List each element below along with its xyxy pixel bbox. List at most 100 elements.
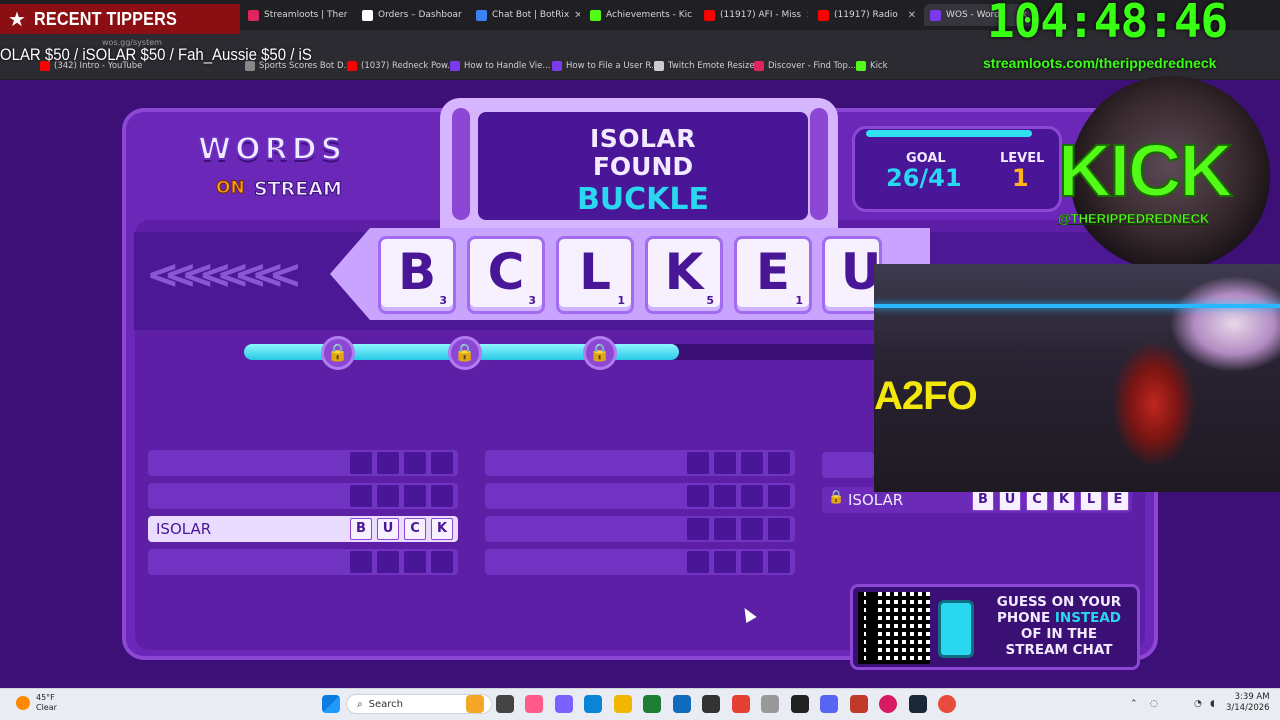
found-label: FOUND bbox=[592, 152, 694, 181]
clock-time: 3:39 AM bbox=[1234, 692, 1270, 702]
letter-slot bbox=[404, 452, 426, 474]
marquee-lights-left bbox=[452, 108, 470, 220]
letter-tile: K5 bbox=[645, 236, 723, 314]
kick-handle: @THERIPPEDREDNECK bbox=[1058, 211, 1210, 226]
qr-code[interactable] bbox=[858, 592, 930, 664]
browser-tab[interactable]: Achievements - Kic✕ bbox=[584, 4, 694, 26]
letter-slot bbox=[768, 452, 790, 474]
letter-slot bbox=[350, 551, 372, 573]
bookmark-item[interactable]: Kick bbox=[856, 61, 888, 71]
letter-slot: C bbox=[404, 518, 426, 540]
taskbar-app-icon[interactable] bbox=[495, 695, 514, 713]
chevron-up-icon[interactable]: ⌃ bbox=[1130, 699, 1138, 709]
taskbar-app-icon[interactable] bbox=[643, 695, 661, 713]
taskbar-app-icon[interactable] bbox=[908, 695, 927, 713]
letter-slot bbox=[687, 551, 709, 573]
taskbar-app-icon[interactable] bbox=[820, 695, 838, 713]
logo-on-text: ON bbox=[216, 178, 246, 199]
taskbar-app-icon[interactable] bbox=[938, 695, 956, 713]
qr-line-3: OF IN THE bbox=[1020, 626, 1098, 642]
tab-favicon-icon bbox=[362, 9, 373, 21]
volume-icon[interactable]: ◖ bbox=[1210, 699, 1215, 709]
browser-tab[interactable]: Chat Bot | BotRix ✕ bbox=[470, 4, 580, 26]
bookmark-item[interactable]: Discover - Find Top... bbox=[754, 61, 856, 71]
letter-slot bbox=[714, 551, 736, 573]
word-row-player: ISOLAR bbox=[848, 491, 904, 509]
bookmark-favicon-icon bbox=[450, 61, 460, 71]
word-slot-row bbox=[485, 549, 795, 575]
taskbar-app-icon[interactable] bbox=[879, 695, 897, 713]
clock-date: 3/14/2026 bbox=[1226, 703, 1270, 713]
taskbar-app-icon[interactable] bbox=[672, 695, 691, 713]
taskbar-app-icon[interactable] bbox=[554, 695, 573, 713]
letter-slot bbox=[687, 518, 709, 540]
marquee-lights-right bbox=[810, 108, 828, 220]
taskbar-app-icon[interactable] bbox=[761, 695, 779, 713]
letter-slot bbox=[714, 452, 736, 474]
bookmark-item[interactable]: How to File a User R... bbox=[552, 61, 659, 71]
letter-slot bbox=[377, 452, 399, 474]
logo-words-text: WORDS bbox=[197, 131, 347, 168]
letter-slot bbox=[404, 551, 426, 573]
bookmark-item[interactable]: How to Handle Vie... bbox=[450, 61, 550, 71]
letter-slot: L bbox=[1080, 489, 1102, 511]
letter-slot bbox=[431, 485, 453, 507]
taskbar-app-icon[interactable] bbox=[849, 695, 868, 713]
tile-letter: B bbox=[397, 243, 437, 301]
weather-widget[interactable]: 45°F Clear bbox=[16, 693, 57, 713]
letter-slot bbox=[741, 551, 763, 573]
recent-tippers-title: RECENT TIPPERS bbox=[33, 8, 177, 29]
taskbar-app-icon[interactable] bbox=[613, 695, 632, 713]
close-icon[interactable]: ✕ bbox=[908, 10, 916, 21]
tab-favicon-icon bbox=[818, 9, 829, 21]
tile-score: 3 bbox=[439, 294, 447, 307]
goal-value: 26/41 bbox=[886, 164, 962, 192]
windows-taskbar bbox=[0, 688, 1280, 720]
tab-label: Streamloots | Ther bbox=[264, 10, 348, 20]
letter-slot bbox=[687, 485, 709, 507]
tile-score: 1 bbox=[617, 294, 625, 307]
taskbar-app-icon[interactable] bbox=[525, 695, 543, 713]
bookmark-favicon-icon bbox=[754, 61, 764, 71]
letter-slot bbox=[350, 452, 372, 474]
tab-favicon-icon bbox=[704, 9, 715, 21]
bookmark-label: Discover - Find Top... bbox=[768, 61, 857, 71]
tab-label: Chat Bot | BotRix bbox=[492, 10, 570, 20]
bookmark-item[interactable]: Twitch Emote Resizer bbox=[654, 61, 758, 71]
browser-tab[interactable]: Streamloots | Ther✕ bbox=[242, 4, 352, 26]
star-icon: ★ bbox=[8, 7, 26, 31]
tab-favicon-icon bbox=[248, 9, 259, 21]
bookmark-label: Twitch Emote Resizer bbox=[668, 61, 759, 71]
close-icon[interactable]: ✕ bbox=[574, 10, 580, 21]
tab-label: (11917) Radio bbox=[834, 10, 898, 20]
bookmark-label: (1037) Redneck Pow... bbox=[361, 61, 456, 71]
taskbar-app-icon[interactable] bbox=[584, 695, 602, 713]
bookmark-item[interactable]: (1037) Redneck Pow... bbox=[347, 61, 455, 71]
taskbar-clock[interactable]: 3:39 AM 3/14/2026 bbox=[1226, 692, 1270, 714]
taskbar-app-icon[interactable] bbox=[731, 695, 750, 713]
browser-tab[interactable]: Orders – Dashboar✕ bbox=[356, 4, 466, 26]
qr-line-1: GUESS ON YOUR bbox=[996, 594, 1122, 610]
close-icon[interactable]: ✕ bbox=[806, 10, 808, 21]
words-on-stream-logo: WORDS ON STREAM bbox=[197, 131, 362, 214]
qr-prompt-text: GUESS ON YOUR PHONE INSTEAD OF IN THE ST… bbox=[984, 594, 1134, 658]
taskbar-app-icon[interactable] bbox=[466, 695, 484, 713]
found-word: BUCKLE bbox=[576, 182, 710, 217]
lock-icon: 🔒 bbox=[828, 490, 845, 505]
network-icon[interactable]: ◌ bbox=[1150, 699, 1158, 709]
tile-letter: C bbox=[487, 243, 525, 301]
taskbar-app-icon[interactable] bbox=[702, 695, 720, 713]
letter-slot bbox=[768, 518, 790, 540]
chevron-left-icon: <<<<<<<< bbox=[146, 252, 302, 298]
word-slot-row: ISOLAR B U C K bbox=[148, 516, 458, 542]
letter-slot bbox=[741, 518, 763, 540]
letter-slot bbox=[377, 485, 399, 507]
letter-slot bbox=[768, 485, 790, 507]
word-slot-row bbox=[148, 549, 458, 575]
wifi-icon[interactable]: ◔ bbox=[1194, 699, 1202, 709]
browser-tab[interactable]: (11917) Radio ✕ bbox=[812, 4, 922, 26]
windows-start-icon[interactable] bbox=[322, 695, 340, 713]
taskbar-app-icon[interactable] bbox=[790, 695, 809, 713]
level-value: 1 bbox=[1012, 164, 1029, 192]
browser-tab[interactable]: (11917) AFI - Miss ✕ bbox=[698, 4, 808, 26]
